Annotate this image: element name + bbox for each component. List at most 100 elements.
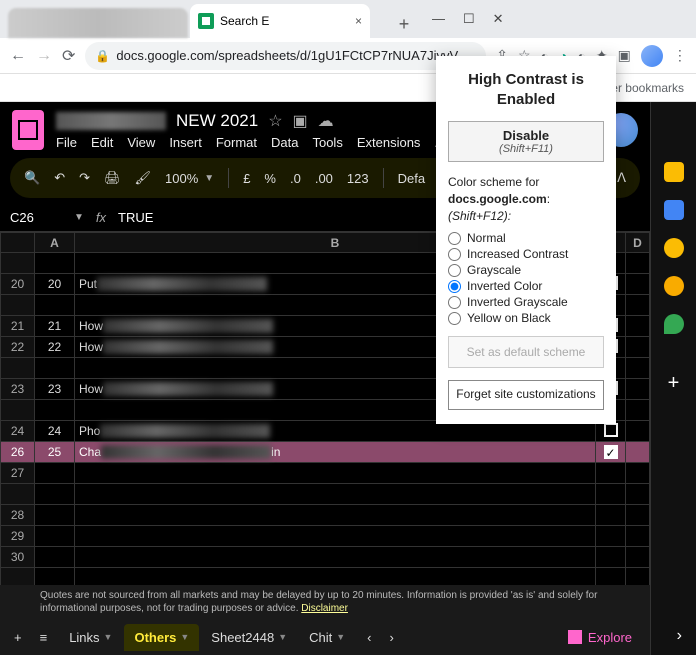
popup-title: High Contrast is Enabled [448,70,604,109]
table-row[interactable]: 30 [1,547,650,568]
increase-decimal-button[interactable]: .00 [315,171,333,186]
name-box[interactable]: C26 [10,210,60,225]
chevron-down-icon[interactable]: ▼ [278,632,287,642]
star-doc-icon[interactable]: ☆ [268,111,282,131]
redo-icon[interactable]: ↷ [79,170,90,186]
sheet-tab[interactable]: Sheet2448▼ [201,624,297,651]
scheme-radio-group: NormalIncreased ContrastGrayscaleInverte… [448,230,604,326]
doc-title[interactable]: NEW 2021 [176,111,258,131]
col-header[interactable]: D [626,233,650,253]
url-text: docs.google.com/spreadsheets/d/1gU1FCtCP… [116,48,476,63]
tab-close-icon[interactable]: × [355,14,362,28]
font-selector[interactable]: Defa [398,171,425,186]
percent-button[interactable]: % [264,171,276,186]
keep-icon[interactable] [664,200,684,220]
formula-bar[interactable]: TRUE [118,210,153,225]
menu-view[interactable]: View [127,135,155,150]
chevron-down-icon[interactable]: ▼ [336,632,345,642]
menu-tools[interactable]: Tools [312,135,342,150]
table-row[interactable] [1,484,650,505]
col-header[interactable]: A [35,233,75,253]
number-format-button[interactable]: 123 [347,171,369,186]
scheme-option[interactable]: Inverted Grayscale [448,294,604,310]
menu-edit[interactable]: Edit [91,135,113,150]
scheme-option[interactable]: Increased Contrast [448,246,604,262]
forward-button[interactable]: → [36,47,52,65]
url-input[interactable]: 🔒 docs.google.com/spreadsheets/d/1gU1FCt… [85,42,486,70]
toolbar-collapse-icon[interactable]: ᐱ [617,170,626,186]
decrease-decimal-button[interactable]: .0 [290,171,301,186]
sheet-tab[interactable]: Chit▼ [299,624,355,651]
forget-customizations-button[interactable]: Forget site customizations [448,380,604,410]
set-default-button: Set as default scheme [448,336,604,368]
currency-button[interactable]: £ [243,171,250,186]
maximize-icon[interactable]: ☐ [463,11,475,27]
scheme-option[interactable]: Grayscale [448,262,604,278]
chevron-down-icon[interactable]: ▼ [180,632,189,642]
sheet-tab[interactable]: Links▼ [59,624,122,651]
cloud-status-icon[interactable]: ☁ [318,111,334,131]
tab-inactive[interactable] [8,8,188,38]
scheme-option[interactable]: Inverted Color [448,278,604,294]
close-window-icon[interactable]: ✕ [493,11,504,27]
scroll-tabs-left-icon[interactable]: ‹ [361,626,377,649]
reload-button[interactable]: ⟳ [62,46,75,66]
name-box-chevron-icon[interactable]: ▼ [74,212,84,223]
menu-insert[interactable]: Insert [169,135,202,150]
menu-data[interactable]: Data [271,135,298,150]
new-tab-button[interactable]: + [390,10,418,38]
contacts-icon[interactable] [664,276,684,296]
sidepanel-icon[interactable]: ▣ [618,47,631,64]
get-addons-icon[interactable]: + [668,372,680,395]
disable-button[interactable]: Disable (Shift+F11) [448,121,604,162]
table-row[interactable]: 29 [1,526,650,547]
tab-active[interactable]: Search E × [190,4,370,38]
sheets-favicon-icon [198,13,214,29]
checkbox[interactable] [604,423,618,437]
table-row[interactable] [1,568,650,586]
chrome-menu-icon[interactable]: ⋮ [673,47,687,64]
lock-icon: 🔒 [95,49,110,63]
explore-button[interactable]: Explore [568,630,642,645]
zoom-selector[interactable]: 100%▼ [165,171,214,186]
expand-side-panel-icon[interactable]: › [677,627,682,645]
chevron-down-icon[interactable]: ▼ [104,632,113,642]
explore-icon [568,630,582,644]
menu-format[interactable]: Format [216,135,257,150]
menu-file[interactable]: File [56,135,77,150]
sheet-tab[interactable]: Others▼ [124,624,199,651]
side-panel: + › [650,102,696,655]
print-icon[interactable]: 🖨 [104,170,121,186]
fx-icon: fx [96,210,106,225]
table-row[interactable]: 27 [1,463,650,484]
browser-titlebar: Search E × + — ☐ ✕ [0,0,696,38]
undo-icon[interactable]: ↶ [54,170,65,186]
menu-extensions[interactable]: Extensions [357,135,421,150]
profile-avatar-icon[interactable] [641,45,663,67]
scheme-option[interactable]: Yellow on Black [448,310,604,326]
back-button[interactable]: ← [10,47,26,65]
table-row[interactable]: 2625Cha████████████████████in [1,442,650,463]
scheme-option[interactable]: Normal [448,230,604,246]
tasks-icon[interactable] [664,238,684,258]
table-row[interactable]: 28 [1,505,650,526]
disclaimer-link[interactable]: Disclaimer [301,603,348,614]
all-sheets-button[interactable]: ≡ [34,626,54,649]
move-doc-icon[interactable]: ▣ [293,111,308,131]
high-contrast-popup: High Contrast is Enabled Disable (Shift+… [436,56,616,424]
sheet-tab-bar: + ≡ Links▼Others▼Sheet2448▼Chit▼ ‹ › Exp… [0,619,650,655]
add-sheet-button[interactable]: + [8,626,28,649]
paint-format-icon[interactable]: 🖌 [135,170,152,186]
minimize-icon[interactable]: — [432,11,445,27]
window-controls: — ☐ ✕ [418,11,518,27]
finance-disclaimer: Quotes are not sourced from all markets … [0,585,650,619]
search-menus-icon[interactable]: 🔍 [24,170,40,186]
calendar-icon[interactable] [664,162,684,182]
sheets-logo-icon[interactable] [12,110,44,150]
tab-title: Search E [220,14,269,28]
checkbox[interactable] [604,445,618,459]
doc-title-redacted [56,112,166,130]
scheme-heading: Color scheme for docs.google.com: (Shift… [448,174,604,224]
scroll-tabs-right-icon[interactable]: › [384,626,400,649]
maps-icon[interactable] [664,314,684,334]
